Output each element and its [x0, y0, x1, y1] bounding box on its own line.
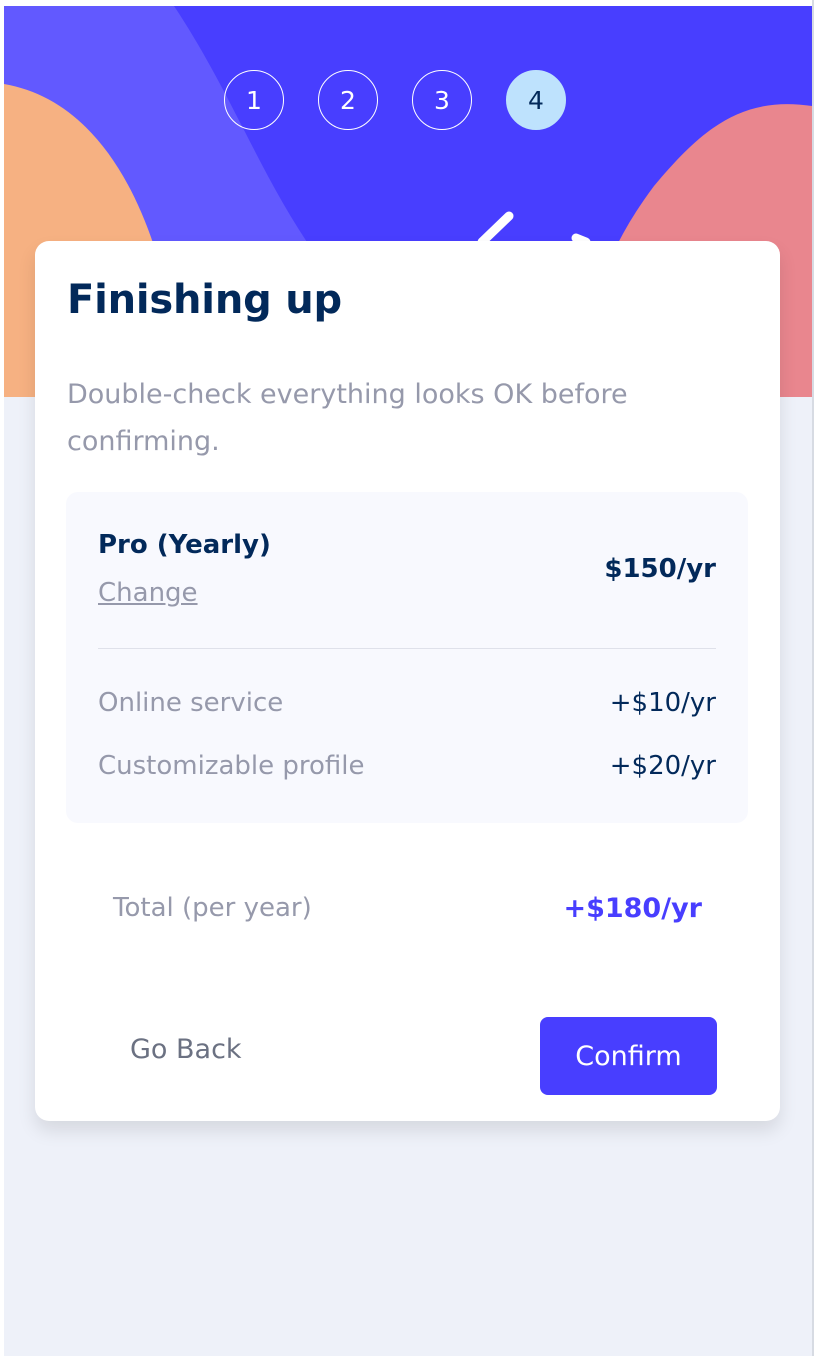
- window-edge: [812, 0, 814, 1356]
- change-plan-link[interactable]: Change: [98, 578, 198, 608]
- step-1[interactable]: 1: [224, 70, 284, 130]
- total-value: +$180/yr: [563, 893, 702, 924]
- total-label: Total (per year): [113, 893, 312, 923]
- addon-price-customizable-profile: +$20/yr: [609, 751, 716, 781]
- app-frame: 1 2 3 4 Finishing up Double-check everyt…: [4, 6, 812, 1356]
- plan-name: Pro (Yearly): [98, 530, 271, 560]
- summary-card: Finishing up Double-check everything loo…: [35, 241, 780, 1121]
- addon-name-customizable-profile: Customizable profile: [98, 751, 365, 781]
- addon-price-online-service: +$10/yr: [609, 688, 716, 718]
- step-indicator: 1 2 3 4: [4, 70, 812, 132]
- step-3[interactable]: 3: [412, 70, 472, 130]
- page-title: Finishing up: [67, 277, 342, 323]
- step-4-active[interactable]: 4: [506, 70, 566, 130]
- plan-price: $150/yr: [604, 554, 716, 584]
- go-back-button[interactable]: Go Back: [130, 1034, 242, 1065]
- summary-divider: [98, 648, 716, 649]
- step-2[interactable]: 2: [318, 70, 378, 130]
- confirm-button[interactable]: Confirm: [540, 1017, 717, 1095]
- page-subtitle: Double-check everything looks OK before …: [67, 379, 628, 457]
- order-summary: Pro (Yearly) Change $150/yr Online servi…: [66, 492, 748, 823]
- addon-name-online-service: Online service: [98, 688, 284, 718]
